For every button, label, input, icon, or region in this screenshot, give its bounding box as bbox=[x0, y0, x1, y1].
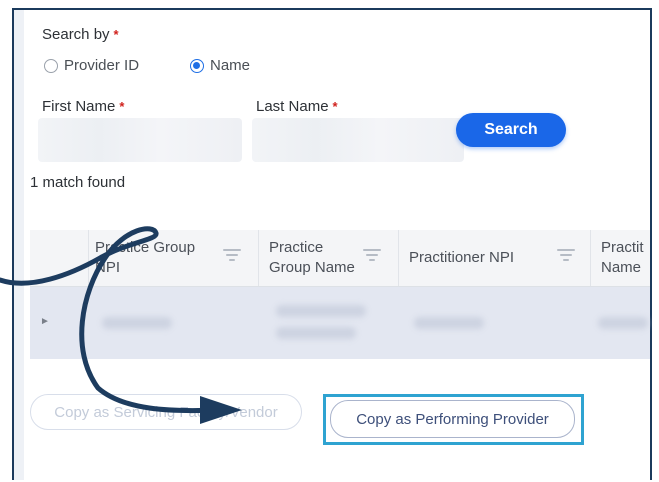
copy-performing-provider-button[interactable]: Copy as Performing Provider bbox=[330, 400, 575, 438]
cell-blurred bbox=[598, 317, 648, 329]
col-practice-group-npi[interactable]: Practice Group NPI bbox=[88, 230, 258, 286]
last-name-label: Last Name * bbox=[256, 98, 338, 115]
last-name-input[interactable] bbox=[252, 118, 464, 162]
filter-icon[interactable] bbox=[557, 249, 575, 265]
expand-row-icon[interactable]: ► bbox=[40, 316, 50, 327]
results-table-header: Practice Group NPI Practice Group Name P… bbox=[30, 230, 650, 287]
first-name-label: First Name * bbox=[42, 98, 125, 115]
required-mark: * bbox=[332, 99, 338, 114]
radio-provider-id-label: Provider ID bbox=[64, 57, 140, 74]
radio-provider-id[interactable]: Provider ID bbox=[44, 57, 139, 74]
filter-icon[interactable] bbox=[363, 249, 381, 265]
required-mark: * bbox=[113, 27, 119, 42]
radio-name-label: Name bbox=[210, 57, 251, 74]
col-practitioner-npi[interactable]: Practitioner NPI bbox=[398, 230, 590, 286]
required-mark: * bbox=[119, 99, 125, 114]
cell-blurred bbox=[276, 305, 366, 317]
col-practice-group-name[interactable]: Practice Group Name bbox=[258, 230, 398, 286]
cell-blurred bbox=[102, 317, 172, 329]
search-button[interactable]: Search bbox=[456, 113, 566, 147]
radio-name[interactable]: Name bbox=[190, 57, 250, 74]
radio-circle-icon[interactable] bbox=[44, 58, 58, 73]
first-name-input[interactable] bbox=[38, 118, 242, 162]
panel-left-rule bbox=[14, 10, 24, 480]
cell-blurred bbox=[414, 317, 484, 329]
filter-icon[interactable] bbox=[223, 249, 241, 265]
table-row[interactable] bbox=[30, 287, 650, 359]
match-count: 1 match found bbox=[30, 174, 126, 191]
copy-servicing-facility-button[interactable]: Copy as Servicing Facility/Vendor bbox=[30, 394, 302, 430]
cell-blurred bbox=[276, 327, 356, 339]
search-by-label: Search by * bbox=[42, 26, 119, 43]
col-practitioner-name[interactable]: Practit Name bbox=[590, 230, 650, 286]
radio-selected-icon[interactable] bbox=[190, 58, 204, 73]
